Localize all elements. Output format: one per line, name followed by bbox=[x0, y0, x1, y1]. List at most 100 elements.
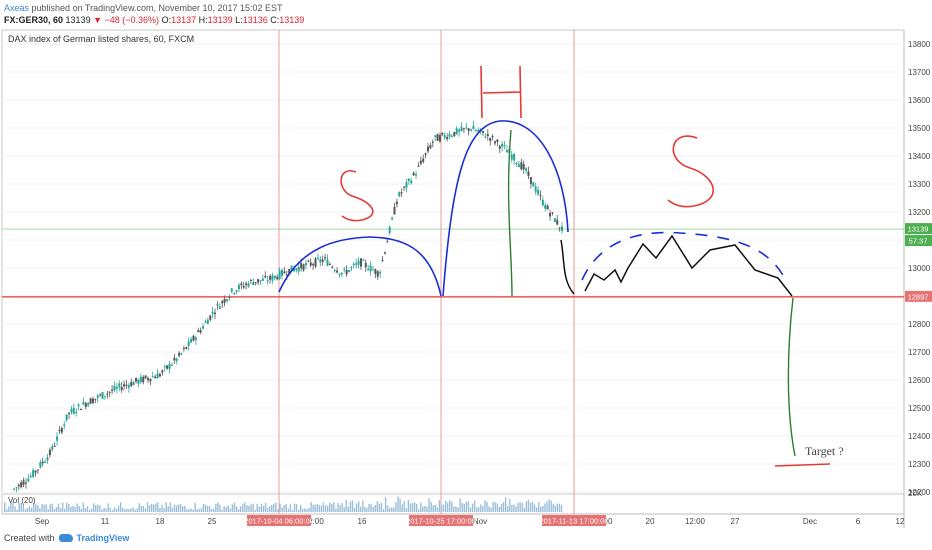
candle-body bbox=[517, 164, 520, 168]
volume-bar bbox=[558, 503, 561, 512]
s-letter-right bbox=[667, 135, 714, 208]
candle-body bbox=[233, 292, 236, 294]
volume-bar bbox=[64, 508, 66, 512]
volume-bar bbox=[97, 504, 99, 512]
time-tick-label: 11 bbox=[101, 517, 110, 526]
candle-body bbox=[111, 389, 114, 391]
volume-bar bbox=[328, 502, 331, 512]
candle-body bbox=[443, 134, 446, 138]
volume-bar bbox=[310, 502, 312, 512]
price-pane[interactable] bbox=[1, 29, 905, 493]
candle-body bbox=[130, 381, 133, 387]
neckline-badge-text: 12897 bbox=[908, 292, 929, 301]
volume-bar bbox=[95, 505, 97, 512]
volume-bar bbox=[126, 508, 128, 512]
volume-bar bbox=[237, 509, 240, 512]
candle-body bbox=[367, 269, 370, 271]
volume-bar bbox=[223, 506, 225, 512]
price-tick-label: 12400 bbox=[908, 432, 931, 441]
candle-body bbox=[501, 143, 504, 147]
candle-body bbox=[158, 374, 161, 377]
pattern-drawings bbox=[2, 65, 904, 467]
volume-bar bbox=[339, 504, 341, 512]
time-tick-label: Dec bbox=[803, 517, 817, 526]
volume-bar bbox=[349, 501, 352, 512]
price-tick-label: 13300 bbox=[908, 180, 931, 189]
target-projection-line bbox=[787, 297, 796, 457]
volume-bar bbox=[314, 505, 316, 512]
candle-body bbox=[470, 129, 473, 131]
candle-body bbox=[324, 257, 327, 259]
volume-bar bbox=[372, 506, 374, 512]
candle-body bbox=[87, 403, 90, 406]
volume-bar bbox=[103, 507, 105, 512]
volume-bar bbox=[177, 504, 180, 512]
price-chart[interactable]: 1220012300124001250012600127001280012900… bbox=[0, 0, 932, 550]
volume-bar bbox=[49, 503, 51, 512]
volume-bar bbox=[502, 501, 505, 512]
candle-body bbox=[245, 283, 248, 286]
candle-body bbox=[185, 346, 188, 349]
candle-body bbox=[525, 168, 528, 171]
candle-body bbox=[168, 363, 171, 369]
volume-bars bbox=[4, 496, 563, 512]
s-letter-left bbox=[340, 169, 374, 222]
candle-body bbox=[254, 282, 257, 284]
candle-body bbox=[106, 393, 109, 395]
volume-bar bbox=[6, 509, 8, 512]
time-tick-label: 20 bbox=[646, 517, 655, 526]
price-axis[interactable]: 1220012300124001250012600127001280012900… bbox=[908, 40, 931, 497]
candle-body bbox=[58, 430, 61, 432]
candle-body bbox=[520, 162, 523, 170]
volume-bar bbox=[480, 504, 482, 512]
candle-body bbox=[84, 403, 87, 407]
candle-body bbox=[558, 227, 561, 229]
volume-bar bbox=[492, 502, 494, 512]
volume-bar bbox=[490, 507, 492, 512]
volume-bar bbox=[364, 506, 366, 512]
candle-body bbox=[271, 275, 274, 281]
volume-bar bbox=[254, 509, 256, 512]
volume-bar bbox=[235, 506, 238, 512]
tradingview-brand-link[interactable]: TradingView bbox=[77, 533, 130, 543]
volume-bar bbox=[130, 508, 132, 512]
volume-bar bbox=[90, 508, 93, 512]
candle-body bbox=[529, 177, 532, 184]
volume-bar bbox=[150, 503, 153, 512]
volume-bar bbox=[293, 503, 296, 512]
volume-bar bbox=[281, 507, 283, 512]
volume-bar bbox=[248, 506, 250, 512]
volume-bar bbox=[449, 500, 451, 512]
candle-body bbox=[359, 258, 362, 267]
candle-body bbox=[486, 133, 489, 136]
time-tick-label: 25 bbox=[208, 517, 217, 526]
candle-body bbox=[472, 125, 475, 130]
candle-body bbox=[194, 337, 197, 340]
volume-bar bbox=[333, 502, 335, 512]
volume-bar bbox=[482, 506, 484, 512]
candle-body bbox=[48, 449, 51, 456]
volume-bar bbox=[523, 507, 525, 512]
candle-body bbox=[80, 408, 83, 411]
candle-body bbox=[326, 259, 329, 266]
volume-bar bbox=[297, 509, 300, 512]
candle-body bbox=[36, 469, 39, 471]
volume-bar bbox=[316, 504, 318, 512]
volume-bar bbox=[171, 507, 174, 512]
volume-bar bbox=[107, 503, 109, 512]
candle-body bbox=[312, 264, 315, 266]
volume-bar bbox=[39, 508, 41, 512]
candle-body bbox=[230, 288, 233, 292]
time-tick-label: 18 bbox=[156, 517, 165, 526]
volume-bar bbox=[260, 503, 263, 512]
candle-body bbox=[163, 366, 166, 368]
volume-bar bbox=[322, 502, 325, 512]
price-tick-label: 13700 bbox=[908, 68, 931, 77]
candle-body bbox=[261, 278, 264, 281]
candle-body bbox=[448, 134, 451, 137]
price-tick-label: 12600 bbox=[908, 376, 931, 385]
price-tick-label: 13500 bbox=[908, 124, 931, 133]
volume-bar bbox=[440, 504, 443, 512]
volume-bar bbox=[227, 505, 229, 512]
volume-bar bbox=[538, 502, 540, 512]
